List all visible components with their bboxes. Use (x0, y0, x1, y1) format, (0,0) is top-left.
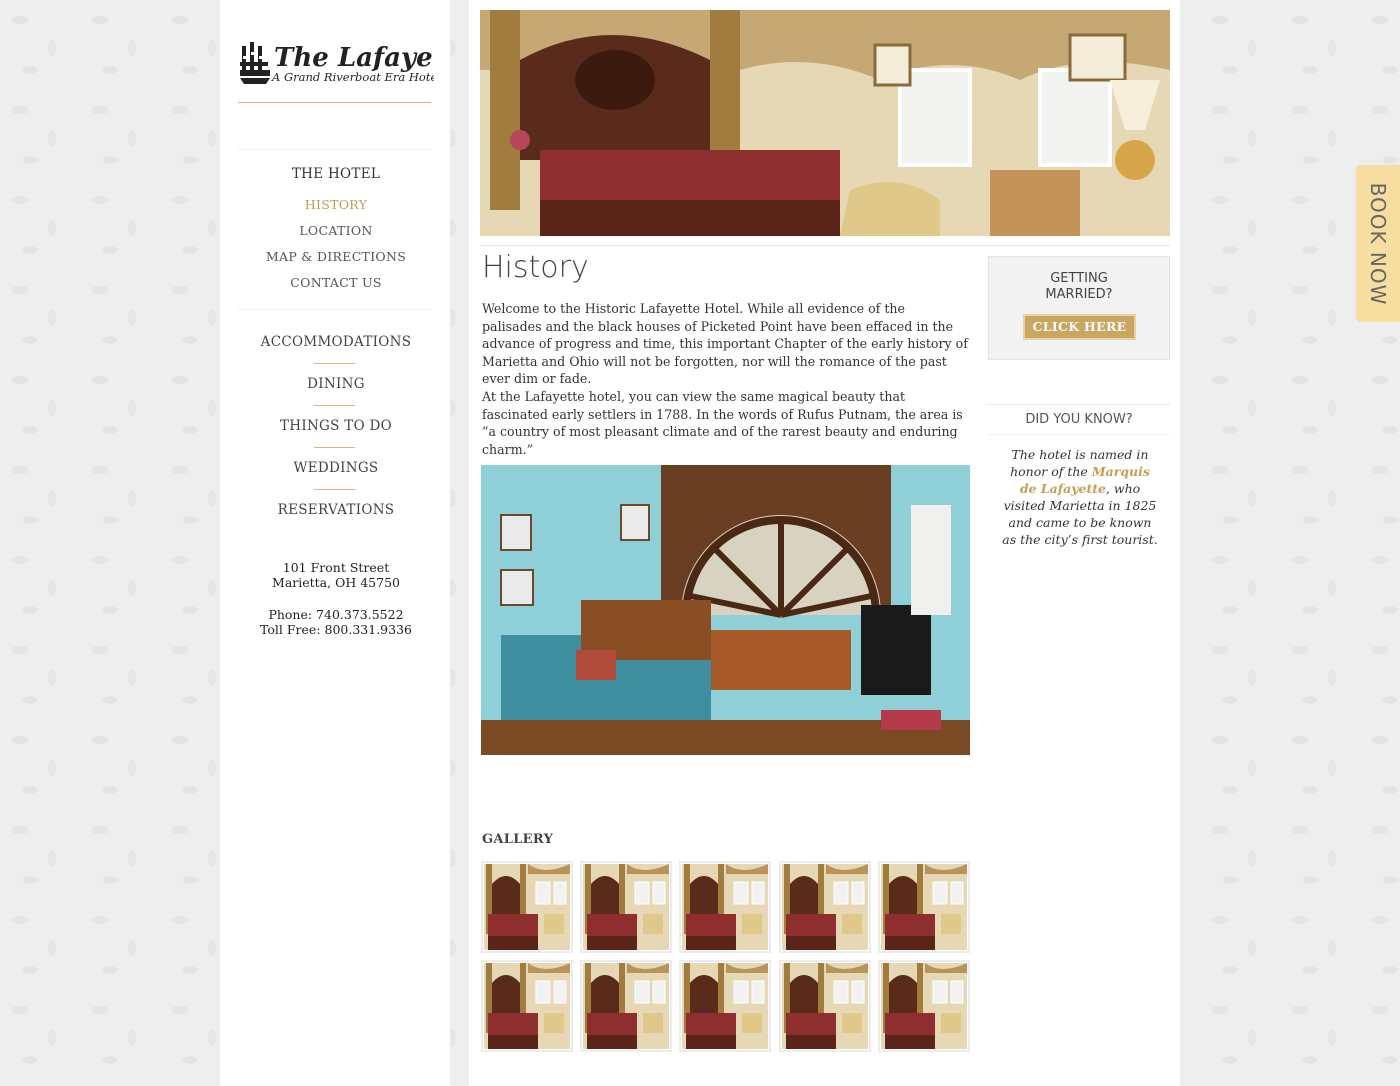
toll-free-number[interactable]: Toll Free: 800.331.9336 (238, 622, 434, 637)
hotel-logo[interactable]: The Lafayette A Grand Riverboat Era Hote… (240, 38, 473, 86)
nav-separator (314, 405, 355, 406)
phone-number[interactable]: Phone: 740.373.5522 (238, 607, 434, 622)
nav-location[interactable]: LOCATION (238, 223, 434, 238)
hero-divider (480, 245, 1170, 246)
book-now-tab[interactable]: BOOK NOW (1356, 165, 1400, 322)
did-you-know-divider (988, 404, 1170, 405)
nav-the-hotel[interactable]: THE HOTEL (238, 166, 434, 182)
riverboat-logo-icon: The Lafayette A Grand Riverboat Era Hote… (240, 42, 473, 84)
wedding-promo-text: GETTING MARRIED? (989, 271, 1169, 303)
nav-separator (314, 363, 355, 364)
gallery-title: GALLERY (482, 832, 554, 847)
gallery-thumbnail[interactable] (679, 960, 771, 1052)
steamboat-room-photo (481, 465, 970, 755)
nav-reservations[interactable]: RESERVATIONS (238, 502, 434, 518)
logo-divider (238, 102, 431, 103)
svg-text:A Grand Riverboat Era Hotel: A Grand Riverboat Era Hotel (271, 70, 434, 84)
history-paragraph-1: Welcome to the Historic Lafayette Hotel.… (482, 301, 968, 386)
hero-room-photo (480, 10, 1170, 236)
gallery-thumbnail[interactable] (679, 861, 771, 953)
gallery-thumbnail[interactable] (878, 960, 970, 1052)
nav-map-directions[interactable]: MAP & DIRECTIONS (238, 249, 434, 264)
did-you-know-text: The hotel is named in honor of the Marqu… (1000, 446, 1160, 548)
nav-dining[interactable]: DINING (238, 376, 434, 392)
gallery-thumbnail[interactable] (481, 861, 573, 953)
svg-text:The Lafayette: The Lafayette (274, 43, 434, 73)
book-now-label: BOOK NOW (1366, 182, 1390, 305)
gallery-thumbnail[interactable] (580, 861, 672, 953)
nav-contact-us[interactable]: CONTACT US (238, 275, 434, 290)
gallery-thumbnail[interactable] (779, 960, 871, 1052)
address-street: 101 Front Street (282, 560, 390, 575)
nav-accommodations[interactable]: ACCOMMODATIONS (238, 334, 434, 350)
nav-weddings[interactable]: WEDDINGS (238, 460, 434, 476)
did-you-know-title: DID YOU KNOW? (1025, 412, 1133, 427)
history-paragraph-2: At the Lafayette hotel, you can view the… (482, 389, 963, 457)
gallery-thumbnail[interactable] (580, 960, 672, 1052)
nav-things-to-do[interactable]: THINGS TO DO (238, 418, 434, 434)
sidebar (220, 0, 450, 1086)
did-you-know-divider (988, 434, 1170, 435)
wedding-line-2: MARRIED? (1045, 287, 1113, 302)
wedding-line-1: GETTING (1050, 271, 1108, 286)
gallery-thumbnail[interactable] (779, 861, 871, 953)
nav-separator (314, 489, 355, 490)
gallery-thumbnail[interactable] (878, 861, 970, 953)
address-city: Marietta, OH 45750 (272, 575, 400, 590)
nav-divider-top (238, 149, 431, 150)
nav-history[interactable]: HISTORY (238, 197, 434, 212)
wedding-click-here-button[interactable]: CLICK HERE (1023, 314, 1136, 340)
nav-separator (314, 447, 355, 448)
gallery-thumbnail[interactable] (481, 960, 573, 1052)
nav-divider-mid (238, 309, 431, 310)
wedding-promo-box: GETTING MARRIED? CLICK HERE (988, 256, 1170, 360)
page-title: History (482, 250, 589, 285)
